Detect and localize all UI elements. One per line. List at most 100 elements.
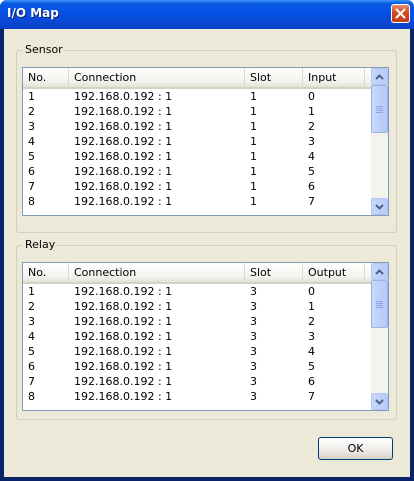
table-row[interactable]: 7 192.168.0.192 : 1 1 6: [23, 179, 372, 194]
table-row[interactable]: 8 192.168.0.192 : 1 3 7: [23, 389, 372, 404]
cell-slot: 1: [250, 105, 257, 118]
dialog-client-area: Sensor No. Connection Slot Input 1 192.1…: [4, 29, 410, 477]
table-row[interactable]: 6 192.168.0.192 : 1 1 5: [23, 164, 372, 179]
column-header-output[interactable]: Output: [303, 263, 365, 282]
cell-slot: 3: [250, 375, 257, 388]
cell-slot: 3: [250, 390, 257, 403]
relay-group-legend: Relay: [23, 238, 58, 252]
cell-input: 5: [308, 165, 315, 178]
cell-output: 7: [308, 390, 315, 403]
sensor-rows: 1 192.168.0.192 : 1 1 0 2 192.168.0.192 …: [23, 89, 372, 209]
cell-no: 8: [28, 195, 35, 208]
cell-output: 5: [308, 360, 315, 373]
table-row[interactable]: 1 192.168.0.192 : 1 3 0: [23, 284, 372, 299]
cell-no: 2: [28, 300, 35, 313]
cell-connection: 192.168.0.192 : 1: [74, 90, 173, 103]
column-header-input[interactable]: Input: [303, 68, 365, 87]
column-header-slot[interactable]: Slot: [245, 263, 303, 282]
cell-connection: 192.168.0.192 : 1: [74, 360, 173, 373]
grip-line: [376, 301, 383, 302]
table-row[interactable]: 2 192.168.0.192 : 1 1 1: [23, 104, 372, 119]
column-header-connection[interactable]: Connection: [69, 68, 245, 87]
relay-vertical-scrollbar[interactable]: [371, 263, 388, 410]
cell-no: 4: [28, 135, 35, 148]
column-header-slot[interactable]: Slot: [245, 68, 303, 87]
grip-line: [376, 303, 383, 304]
cell-no: 5: [28, 150, 35, 163]
relay-list[interactable]: No. Connection Slot Output 1 192.168.0.1…: [22, 262, 389, 411]
cell-connection: 192.168.0.192 : 1: [74, 300, 173, 313]
table-row[interactable]: 3 192.168.0.192 : 1 3 2: [23, 314, 372, 329]
scroll-down-button[interactable]: [371, 198, 388, 215]
grip-line: [376, 106, 383, 107]
cell-slot: 1: [250, 90, 257, 103]
scroll-thumb[interactable]: [371, 85, 388, 133]
column-header-no[interactable]: No.: [23, 68, 69, 87]
cell-input: 2: [308, 120, 315, 133]
cell-slot: 3: [250, 315, 257, 328]
cell-no: 4: [28, 330, 35, 343]
table-row[interactable]: 2 192.168.0.192 : 1 3 1: [23, 299, 372, 314]
scroll-up-button[interactable]: [371, 68, 388, 85]
table-row[interactable]: 5 192.168.0.192 : 1 3 4: [23, 344, 372, 359]
cell-connection: 192.168.0.192 : 1: [74, 120, 173, 133]
grip-line: [376, 305, 383, 306]
table-row[interactable]: 4 192.168.0.192 : 1 1 3: [23, 134, 372, 149]
sensor-group: Sensor No. Connection Slot Input 1 192.1…: [16, 43, 397, 233]
table-row[interactable]: 8 192.168.0.192 : 1 1 7: [23, 194, 372, 209]
relay-rows: 1 192.168.0.192 : 1 3 0 2 192.168.0.192 …: [23, 284, 372, 404]
grip-line: [376, 108, 383, 109]
cell-input: 4: [308, 150, 315, 163]
cell-slot: 1: [250, 135, 257, 148]
cell-connection: 192.168.0.192 : 1: [74, 195, 173, 208]
sensor-list-header: No. Connection Slot Input: [23, 68, 372, 89]
close-icon: [395, 8, 406, 19]
sensor-list[interactable]: No. Connection Slot Input 1 192.168.0.19…: [22, 67, 389, 216]
cell-slot: 1: [250, 120, 257, 133]
column-header-no[interactable]: No.: [23, 263, 69, 282]
cell-no: 2: [28, 105, 35, 118]
cell-connection: 192.168.0.192 : 1: [74, 315, 173, 328]
table-row[interactable]: 5 192.168.0.192 : 1 1 4: [23, 149, 372, 164]
ok-button[interactable]: OK: [318, 437, 393, 460]
grip-line: [376, 110, 383, 111]
cell-connection: 192.168.0.192 : 1: [74, 330, 173, 343]
close-button[interactable]: [391, 4, 410, 23]
grip-line: [376, 112, 383, 113]
cell-slot: 1: [250, 150, 257, 163]
table-row[interactable]: 1 192.168.0.192 : 1 1 0: [23, 89, 372, 104]
cell-output: 1: [308, 300, 315, 313]
scroll-down-button[interactable]: [371, 393, 388, 410]
cell-no: 6: [28, 360, 35, 373]
cell-slot: 3: [250, 360, 257, 373]
scroll-up-button[interactable]: [371, 263, 388, 280]
cell-slot: 3: [250, 285, 257, 298]
cell-output: 4: [308, 345, 315, 358]
scroll-thumb[interactable]: [371, 280, 388, 328]
relay-list-header: No. Connection Slot Output: [23, 263, 372, 284]
table-row[interactable]: 6 192.168.0.192 : 1 3 5: [23, 359, 372, 374]
relay-group: Relay No. Connection Slot Output 1 192.1…: [16, 238, 397, 420]
cell-connection: 192.168.0.192 : 1: [74, 180, 173, 193]
cell-connection: 192.168.0.192 : 1: [74, 345, 173, 358]
cell-no: 7: [28, 180, 35, 193]
io-map-dialog: I/O Map Sensor No. Connection Slot Input…: [0, 0, 414, 481]
cell-input: 3: [308, 135, 315, 148]
chevron-down-icon: [375, 203, 384, 210]
cell-input: 1: [308, 105, 315, 118]
cell-input: 6: [308, 180, 315, 193]
cell-no: 8: [28, 390, 35, 403]
sensor-vertical-scrollbar[interactable]: [371, 68, 388, 215]
cell-output: 3: [308, 330, 315, 343]
chevron-up-icon: [375, 73, 384, 80]
title-bar[interactable]: I/O Map: [0, 0, 414, 29]
cell-slot: 1: [250, 180, 257, 193]
cell-no: 1: [28, 90, 35, 103]
table-row[interactable]: 3 192.168.0.192 : 1 1 2: [23, 119, 372, 134]
column-header-connection[interactable]: Connection: [69, 263, 245, 282]
cell-connection: 192.168.0.192 : 1: [74, 135, 173, 148]
cell-connection: 192.168.0.192 : 1: [74, 390, 173, 403]
chevron-up-icon: [375, 268, 384, 275]
table-row[interactable]: 4 192.168.0.192 : 1 3 3: [23, 329, 372, 344]
table-row[interactable]: 7 192.168.0.192 : 1 3 6: [23, 374, 372, 389]
